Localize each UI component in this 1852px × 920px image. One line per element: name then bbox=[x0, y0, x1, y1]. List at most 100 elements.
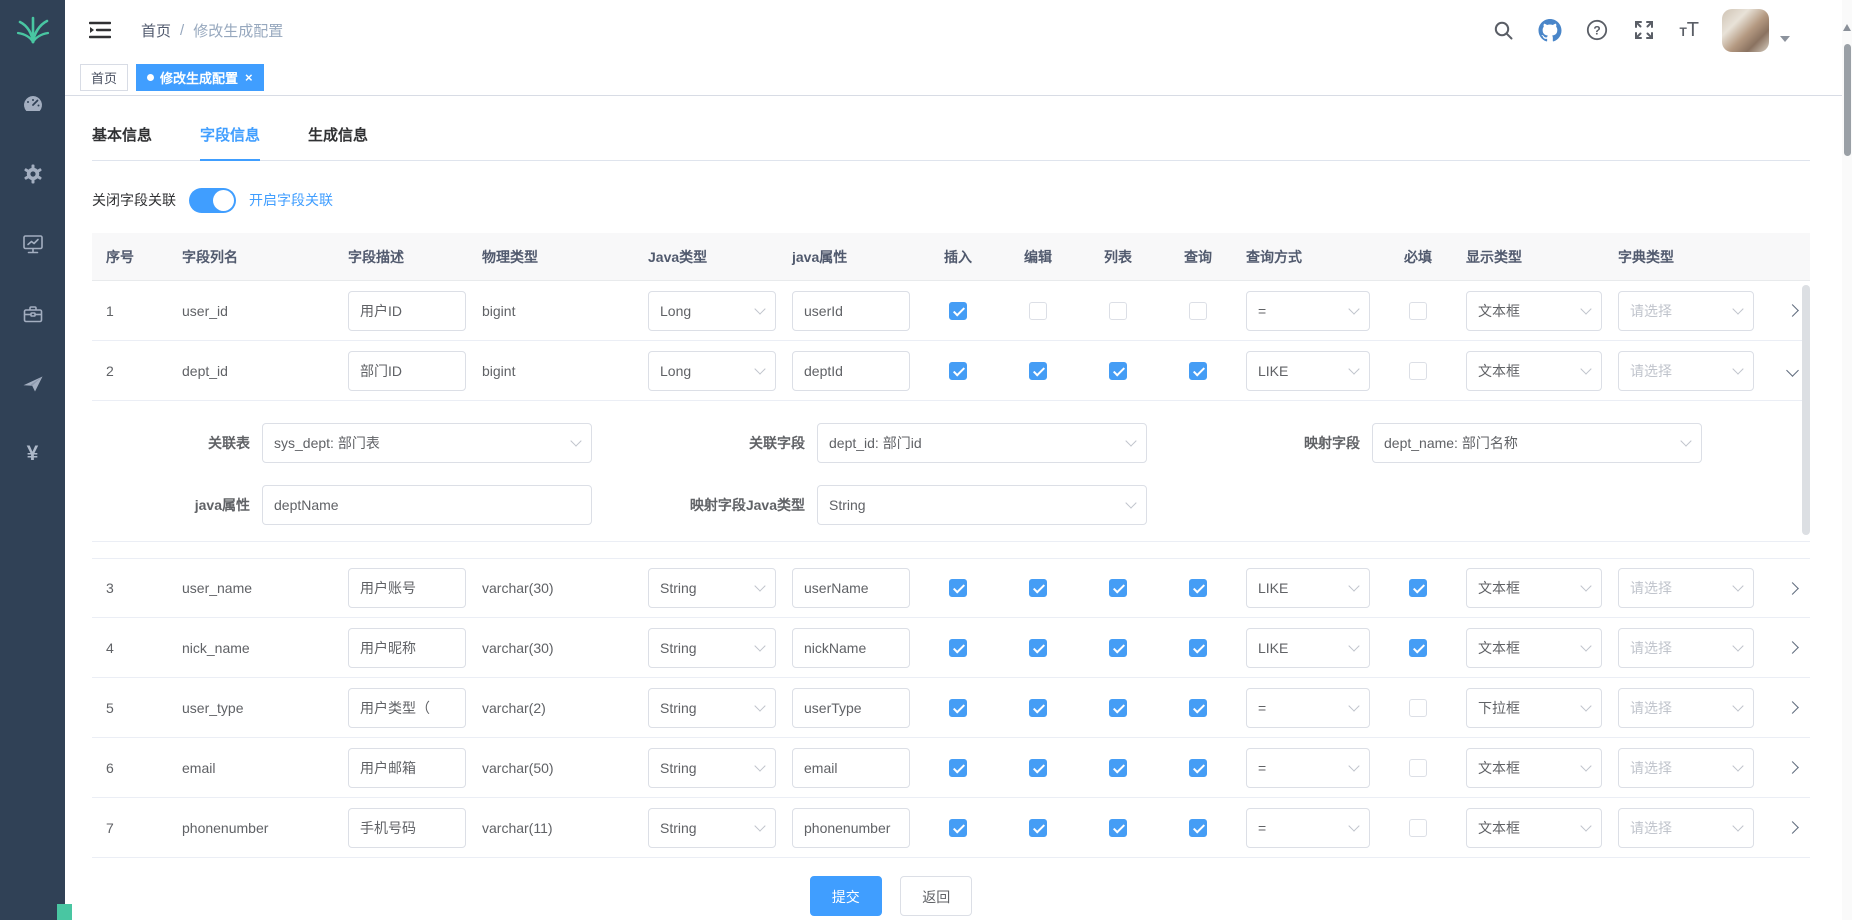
query-mode-select[interactable]: = bbox=[1246, 748, 1370, 788]
java-type-select[interactable]: String bbox=[648, 748, 776, 788]
breadcrumb-home[interactable]: 首页 bbox=[141, 20, 171, 41]
edit-checkbox[interactable] bbox=[1029, 819, 1047, 837]
query-mode-select[interactable]: LIKE bbox=[1246, 351, 1370, 391]
field-association-toggle[interactable] bbox=[189, 188, 236, 213]
table-scrollbar[interactable] bbox=[1802, 285, 1810, 535]
insert-checkbox[interactable] bbox=[949, 759, 967, 777]
tab-basic-info[interactable]: 基本信息 bbox=[92, 124, 152, 160]
desc-input[interactable] bbox=[348, 808, 466, 848]
required-checkbox[interactable] bbox=[1409, 699, 1427, 717]
expand-row-icon[interactable] bbox=[1786, 821, 1799, 834]
display-type-select[interactable]: 文本框 bbox=[1466, 628, 1602, 668]
desc-input[interactable] bbox=[348, 748, 466, 788]
close-icon[interactable] bbox=[245, 71, 253, 84]
edit-checkbox[interactable] bbox=[1029, 302, 1047, 320]
avatar[interactable] bbox=[1722, 9, 1769, 52]
java-type-select[interactable]: String bbox=[648, 568, 776, 608]
page-scrollbar[interactable] bbox=[1842, 0, 1852, 920]
query-mode-select[interactable]: = bbox=[1246, 808, 1370, 848]
font-size-icon[interactable]: TT bbox=[1679, 19, 1699, 42]
association-on-label[interactable]: 开启字段关联 bbox=[249, 190, 333, 210]
query-mode-select[interactable]: LIKE bbox=[1246, 628, 1370, 668]
tab-gen-info[interactable]: 生成信息 bbox=[308, 124, 368, 160]
dict-type-select[interactable]: 请选择 bbox=[1618, 351, 1754, 391]
required-checkbox[interactable] bbox=[1409, 302, 1427, 320]
yen-money-icon[interactable]: ¥ bbox=[20, 441, 46, 467]
list-checkbox[interactable] bbox=[1109, 362, 1127, 380]
fullscreen-icon[interactable] bbox=[1632, 18, 1656, 42]
query-checkbox[interactable] bbox=[1189, 302, 1207, 320]
java-type-select[interactable]: String bbox=[648, 808, 776, 848]
map-java-type-select[interactable]: String bbox=[817, 485, 1147, 525]
java-type-select[interactable]: Long bbox=[648, 291, 776, 331]
required-checkbox[interactable] bbox=[1409, 579, 1427, 597]
edit-checkbox[interactable] bbox=[1029, 579, 1047, 597]
scrollbar-thumb[interactable] bbox=[1844, 44, 1851, 156]
back-button[interactable]: 返回 bbox=[900, 876, 972, 916]
list-checkbox[interactable] bbox=[1109, 699, 1127, 717]
display-type-select[interactable]: 文本框 bbox=[1466, 291, 1602, 331]
java-prop-input[interactable] bbox=[792, 808, 910, 848]
query-checkbox[interactable] bbox=[1189, 362, 1207, 380]
dict-type-select[interactable]: 请选择 bbox=[1618, 568, 1754, 608]
desc-input[interactable] bbox=[348, 568, 466, 608]
expand-row-icon[interactable] bbox=[1786, 641, 1799, 654]
query-checkbox[interactable] bbox=[1189, 759, 1207, 777]
help-icon[interactable]: ? bbox=[1585, 18, 1609, 42]
desc-input[interactable] bbox=[348, 291, 466, 331]
dict-type-select[interactable]: 请选择 bbox=[1618, 291, 1754, 331]
submit-button[interactable]: 提交 bbox=[810, 876, 882, 916]
app-logo-plant-icon[interactable] bbox=[15, 12, 51, 51]
system-gear-icon[interactable] bbox=[20, 161, 46, 187]
edit-checkbox[interactable] bbox=[1029, 362, 1047, 380]
insert-checkbox[interactable] bbox=[949, 639, 967, 657]
query-checkbox[interactable] bbox=[1189, 579, 1207, 597]
display-type-select[interactable]: 文本框 bbox=[1466, 748, 1602, 788]
display-type-select[interactable]: 文本框 bbox=[1466, 568, 1602, 608]
java-prop-input[interactable] bbox=[792, 748, 910, 788]
tab-field-info[interactable]: 字段信息 bbox=[200, 124, 260, 160]
java-prop-input[interactable] bbox=[792, 291, 910, 331]
list-checkbox[interactable] bbox=[1109, 639, 1127, 657]
edit-checkbox[interactable] bbox=[1029, 759, 1047, 777]
search-icon[interactable] bbox=[1491, 18, 1515, 42]
monitor-chart-icon[interactable] bbox=[20, 231, 46, 257]
expand-row-icon[interactable] bbox=[1786, 761, 1799, 774]
insert-checkbox[interactable] bbox=[949, 362, 967, 380]
java-type-select[interactable]: String bbox=[648, 628, 776, 668]
dict-type-select[interactable]: 请选择 bbox=[1618, 748, 1754, 788]
expand-row-icon[interactable] bbox=[1786, 701, 1799, 714]
scroll-up-arrow-icon[interactable] bbox=[1843, 24, 1851, 31]
tag-home[interactable]: 首页 bbox=[80, 64, 128, 91]
desc-input[interactable] bbox=[348, 351, 466, 391]
query-checkbox[interactable] bbox=[1189, 699, 1207, 717]
desc-input[interactable] bbox=[348, 628, 466, 668]
dict-type-select[interactable]: 请选择 bbox=[1618, 808, 1754, 848]
java-prop-input[interactable] bbox=[792, 568, 910, 608]
assoc-table-select[interactable]: sys_dept: 部门表 bbox=[262, 423, 592, 463]
query-mode-select[interactable]: LIKE bbox=[1246, 568, 1370, 608]
edit-checkbox[interactable] bbox=[1029, 699, 1047, 717]
list-checkbox[interactable] bbox=[1109, 579, 1127, 597]
github-icon[interactable] bbox=[1538, 18, 1562, 42]
insert-checkbox[interactable] bbox=[949, 579, 967, 597]
edit-checkbox[interactable] bbox=[1029, 639, 1047, 657]
display-type-select[interactable]: 下拉框 bbox=[1466, 688, 1602, 728]
expand-row-icon[interactable] bbox=[1786, 304, 1799, 317]
expand-row-icon[interactable] bbox=[1786, 364, 1799, 377]
list-checkbox[interactable] bbox=[1109, 302, 1127, 320]
desc-input[interactable] bbox=[348, 688, 466, 728]
tag-modify-gen-config[interactable]: 修改生成配置 bbox=[136, 64, 264, 91]
required-checkbox[interactable] bbox=[1409, 639, 1427, 657]
java-type-select[interactable]: String bbox=[648, 688, 776, 728]
java-prop-input[interactable] bbox=[792, 628, 910, 668]
query-mode-select[interactable]: = bbox=[1246, 688, 1370, 728]
caret-down-icon[interactable] bbox=[1780, 36, 1790, 42]
dict-type-select[interactable]: 请选择 bbox=[1618, 628, 1754, 668]
assoc-field-select[interactable]: dept_id: 部门id bbox=[817, 423, 1147, 463]
toolbox-icon[interactable] bbox=[20, 301, 46, 327]
display-type-select[interactable]: 文本框 bbox=[1466, 808, 1602, 848]
java-type-select[interactable]: Long bbox=[648, 351, 776, 391]
java-prop-input[interactable] bbox=[792, 351, 910, 391]
collapse-sidebar-icon[interactable] bbox=[89, 20, 111, 40]
